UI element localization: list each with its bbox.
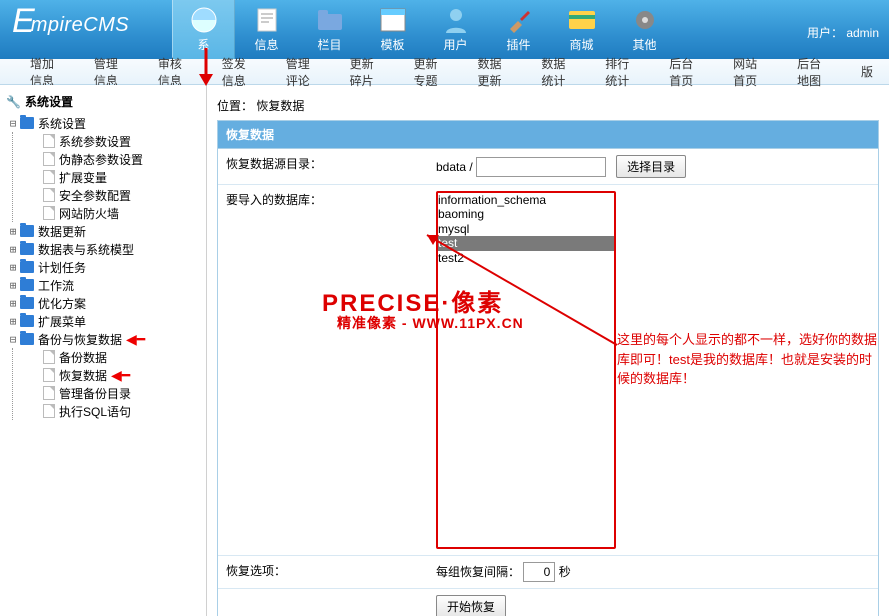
window-icon xyxy=(377,6,409,34)
logo: E mpireCMS xyxy=(0,0,172,59)
card-icon xyxy=(566,6,598,34)
globe-icon xyxy=(188,6,220,34)
tree-leaf[interactable]: 伪静态参数设置 xyxy=(15,150,206,168)
tree-node[interactable]: ⊞计划任务 xyxy=(6,258,206,276)
tree-leaf-restore[interactable]: 恢复数据◀━ xyxy=(15,366,206,384)
submenu-item[interactable]: 后台地图 xyxy=(781,55,845,89)
nav-shop[interactable]: 商城 xyxy=(550,0,613,59)
arrow-red-icon: ◀━ xyxy=(111,367,130,384)
nav-plugin[interactable]: 插件 xyxy=(487,0,550,59)
wrench-icon: 🔧 xyxy=(6,95,21,109)
folder-icon xyxy=(314,6,346,34)
submenu: 增加信息 管理信息 审核信息 签发信息 管理评论 更新碎片 更新专题 数据更新 … xyxy=(0,59,889,85)
main: 位置： 恢复数据 恢复数据 恢复数据源目录： bdata / 选择目录 要导入的… xyxy=(207,85,889,616)
sidebar-title: 🔧 系统设置 xyxy=(6,91,206,114)
tree-node[interactable]: ⊞扩展菜单 xyxy=(6,312,206,330)
submenu-item[interactable]: 排行统计 xyxy=(589,55,653,89)
start-restore-button[interactable]: 开始恢复 xyxy=(436,595,506,616)
tree-node[interactable]: ⊞工作流 xyxy=(6,276,206,294)
tree-leaf[interactable]: 扩展变量 xyxy=(15,168,206,186)
panel-title: 恢复数据 xyxy=(218,121,878,149)
tree-node-system[interactable]: ⊟系统设置 xyxy=(6,114,206,132)
src-input[interactable] xyxy=(476,157,606,177)
tree-leaf[interactable]: 网站防火墙 xyxy=(15,204,206,222)
tree-leaf[interactable]: 管理备份目录 xyxy=(15,384,206,402)
interval-input[interactable] xyxy=(523,562,555,582)
nav-user[interactable]: 用户 xyxy=(424,0,487,59)
interval-suffix: 秒 xyxy=(559,565,571,579)
nav-info[interactable]: 信息 xyxy=(235,0,298,59)
tree-leaf[interactable]: 系统参数设置 xyxy=(15,132,206,150)
submenu-item[interactable]: 增加信息 xyxy=(14,55,78,89)
tree-node-backup[interactable]: ⊟备份与恢复数据◀━ xyxy=(6,330,206,348)
submenu-item[interactable]: 后台首页 xyxy=(653,55,717,89)
sidebar-tree: ⊟系统设置 系统参数设置 伪静态参数设置 扩展变量 安全参数配置 网站防火墙 ⊞… xyxy=(6,114,206,420)
submenu-item[interactable]: 签发信息 xyxy=(206,55,270,89)
arrow-red-icon: ◀━ xyxy=(126,331,145,348)
choose-dir-button[interactable]: 选择目录 xyxy=(616,155,686,178)
nav-column[interactable]: 栏目 xyxy=(298,0,361,59)
nav-other[interactable]: 其他 xyxy=(613,0,676,59)
src-prefix: bdata / xyxy=(436,160,473,174)
src-label: 恢复数据源目录： xyxy=(218,149,428,185)
opt-label: 恢复选项： xyxy=(218,556,428,589)
tree-node[interactable]: ⊞优化方案 xyxy=(6,294,206,312)
submenu-item[interactable]: 网站首页 xyxy=(717,55,781,89)
annotation-note: 这里的每个人显示的都不一样，选好你的数据库即可！test是我的数据库！也就是安装… xyxy=(617,330,877,389)
gear-icon xyxy=(629,6,661,34)
nav-template[interactable]: 模板 xyxy=(361,0,424,59)
interval-prefix: 每组恢复间隔： xyxy=(436,565,520,579)
sidebar: 🔧 系统设置 ⊟系统设置 系统参数设置 伪静态参数设置 扩展变量 安全参数配置 … xyxy=(0,85,207,616)
submenu-item[interactable]: 管理信息 xyxy=(78,55,142,89)
tree-node[interactable]: ⊞数据表与系统模型 xyxy=(6,240,206,258)
tree-node[interactable]: ⊞数据更新 xyxy=(6,222,206,240)
user-box: 用户： admin xyxy=(807,0,889,59)
db-listbox[interactable]: information_schema baoming mysql test te… xyxy=(436,191,616,549)
top-header: E mpireCMS 系 信息 栏目 模板 用户 插件 xyxy=(0,0,889,59)
layout: 🔧 系统设置 ⊟系统设置 系统参数设置 伪静态参数设置 扩展变量 安全参数配置 … xyxy=(0,85,889,616)
submenu-item[interactable]: 管理评论 xyxy=(270,55,334,89)
submenu-item[interactable]: 审核信息 xyxy=(142,55,206,89)
tree-leaf[interactable]: 安全参数配置 xyxy=(15,186,206,204)
tree-leaf[interactable]: 执行SQL语句 xyxy=(15,402,206,420)
breadcrumb: 位置： 恢复数据 xyxy=(217,93,879,120)
document-icon xyxy=(251,6,283,34)
submenu-item[interactable]: 更新专题 xyxy=(398,55,462,89)
top-nav: 系 信息 栏目 模板 用户 插件 商城 其他 xyxy=(172,0,676,59)
submenu-item[interactable]: 数据统计 xyxy=(525,55,589,89)
submenu-item[interactable]: 数据更新 xyxy=(461,55,525,89)
user-icon xyxy=(440,6,472,34)
submenu-item[interactable]: 版 xyxy=(845,63,889,80)
nav-system[interactable]: 系 xyxy=(172,0,235,59)
user-label: 用户： xyxy=(807,26,843,40)
submenu-item[interactable]: 更新碎片 xyxy=(334,55,398,89)
db-label: 要导入的数据库： xyxy=(218,185,428,556)
logo-small: mpireCMS xyxy=(31,8,129,37)
tools-icon xyxy=(503,6,535,34)
user-name: admin xyxy=(846,26,879,40)
tree-leaf[interactable]: 备份数据 xyxy=(15,348,206,366)
